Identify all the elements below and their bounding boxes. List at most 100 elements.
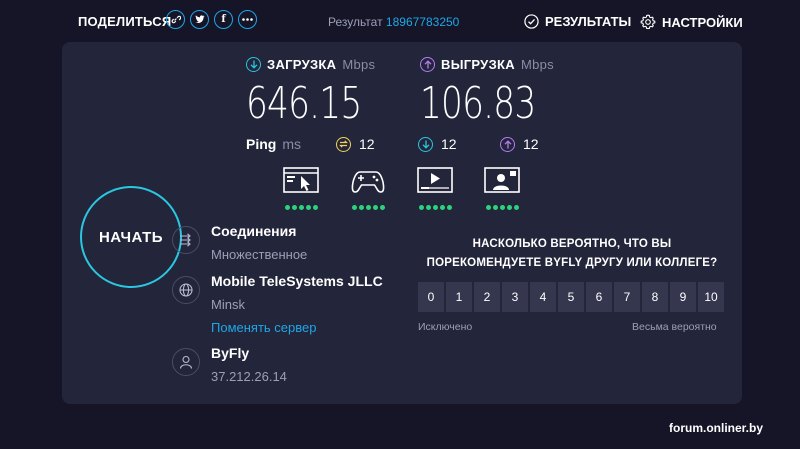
- more-icon[interactable]: [238, 10, 257, 29]
- change-server-link[interactable]: Поменять сервер: [211, 320, 383, 335]
- globe-icon: [172, 276, 200, 304]
- user-icon: [172, 348, 200, 376]
- share-label: ПОДЕЛИТЬСЯ: [78, 14, 172, 29]
- rating-dot: [439, 205, 445, 210]
- scale-option[interactable]: 9: [670, 282, 696, 312]
- ping-download-icon: [418, 136, 433, 152]
- scale-option[interactable]: 3: [502, 282, 528, 312]
- rating-dot: [365, 205, 371, 210]
- rating-dot: [418, 205, 424, 210]
- settings-nav[interactable]: НАСТРОЙКИ: [640, 14, 743, 30]
- ping-download-value: 12: [441, 136, 457, 152]
- activity-video-chat: [484, 167, 520, 210]
- upload-unit: Mbps: [520, 57, 554, 72]
- gaming-icon: [351, 171, 385, 193]
- rating-dot: [379, 205, 385, 210]
- watermark: forum.onliner.by: [669, 421, 764, 435]
- ping-idle: 12: [336, 136, 375, 152]
- rating-dot: [499, 205, 505, 210]
- upload-arrow-icon: [420, 57, 435, 72]
- rating-dot: [506, 205, 512, 210]
- ping-upload-icon: [500, 136, 515, 152]
- scale-option[interactable]: 6: [586, 282, 612, 312]
- activity-web-browsing: [283, 167, 319, 210]
- activity-rating: [283, 205, 319, 210]
- scale-option[interactable]: 0: [418, 282, 444, 312]
- scale-option[interactable]: 5: [558, 282, 584, 312]
- ping-label: Ping: [246, 136, 277, 152]
- share-icons: f: [166, 10, 257, 29]
- download-value: 646.15: [246, 78, 362, 129]
- server-name: Mobile TeleSystems JLLC: [211, 273, 383, 289]
- survey-question-line1: НАСКОЛЬКО ВЕРОЯТНО, ЧТО ВЫ: [472, 238, 672, 250]
- rating-dot: [425, 205, 431, 210]
- scale-option[interactable]: 4: [530, 282, 556, 312]
- settings-label: НАСТРОЙКИ: [662, 14, 743, 30]
- rating-dot: [312, 205, 318, 210]
- rating-dot: [446, 205, 452, 210]
- start-button[interactable]: НАЧАТЬ: [80, 186, 182, 288]
- rating-dot: [305, 205, 311, 210]
- provider-name: ByFly: [211, 345, 250, 361]
- rating-dot: [372, 205, 378, 210]
- scale-option[interactable]: 8: [642, 282, 668, 312]
- result-id: Результат 18967783250: [328, 15, 459, 29]
- rating-dot: [492, 205, 498, 210]
- web-browsing-icon: [283, 167, 319, 193]
- activity-rating: [350, 205, 386, 210]
- download-unit: Mbps: [342, 57, 376, 72]
- top-bar: ПОДЕЛИТЬСЯ f Результат 18967783250 РЕЗУЛ…: [0, 0, 800, 42]
- video-streaming-icon: [417, 167, 453, 193]
- rating-dot: [432, 205, 438, 210]
- ping-upload-value: 12: [523, 136, 539, 152]
- survey-scale: 0 1 2 3 4 5 6 7 8 9 10: [418, 282, 724, 312]
- download-arrow-icon: [246, 57, 261, 72]
- ping-label-group: Ping ms: [246, 136, 301, 152]
- scale-low-label: Исключено: [418, 321, 473, 333]
- survey-question: НАСКОЛЬКО ВЕРОЯТНО, ЧТО ВЫ ПОРЕКОМЕНДУЕТ…: [422, 235, 722, 273]
- download-label: ЗАГРУЗКА: [267, 57, 337, 72]
- ping-upload: 12: [500, 136, 539, 152]
- rating-dot: [284, 205, 290, 210]
- check-circle-icon: [524, 14, 539, 29]
- video-chat-icon: [484, 167, 520, 193]
- activity-video-streaming: [417, 167, 453, 210]
- rating-dot: [298, 205, 304, 210]
- scale-option[interactable]: 2: [474, 282, 500, 312]
- results-nav[interactable]: РЕЗУЛЬТАТЫ: [524, 14, 631, 29]
- gear-icon: [640, 14, 656, 30]
- facebook-icon[interactable]: f: [214, 10, 233, 29]
- connections-title: Соединения: [211, 223, 297, 239]
- activity-rating: [484, 205, 520, 210]
- scale-option[interactable]: 10: [698, 282, 724, 312]
- connections-value: Множественное: [211, 247, 308, 262]
- download-block: ЗАГРУЗКА Mbps 646.15: [246, 57, 394, 129]
- result-label: Результат: [328, 15, 383, 29]
- scale-option[interactable]: 7: [614, 282, 640, 312]
- twitter-icon[interactable]: [190, 10, 209, 29]
- rating-dot: [485, 205, 491, 210]
- ping-download: 12: [418, 136, 457, 152]
- results-label: РЕЗУЛЬТАТЫ: [545, 14, 632, 29]
- activity-rating: [417, 205, 453, 210]
- rating-dot: [513, 205, 519, 210]
- connections-icon: [172, 226, 200, 254]
- survey-question-line2: ПОРЕКОМЕНДУЕТЕ BYFLY ДРУГУ ИЛИ КОЛЛЕГЕ?: [426, 257, 718, 269]
- rating-dot: [351, 205, 357, 210]
- results-panel: ЗАГРУЗКА Mbps 646.15 ВЫГРУЗКА Mbps 106.8…: [62, 42, 742, 404]
- scale-high-label: Весьма вероятно: [632, 321, 717, 333]
- server-city: Minsk: [211, 297, 245, 312]
- result-number[interactable]: 18967783250: [386, 15, 459, 29]
- rating-dot: [358, 205, 364, 210]
- upload-block: ВЫГРУЗКА Mbps 106.83: [420, 57, 568, 129]
- ping-idle-value: 12: [359, 136, 375, 152]
- activity-gaming: [350, 167, 386, 210]
- link-icon[interactable]: [166, 10, 185, 29]
- provider-ip: 37.212.26.14: [211, 369, 287, 384]
- rating-dot: [291, 205, 297, 210]
- ping-idle-icon: [336, 136, 351, 152]
- upload-value: 106.83: [420, 78, 536, 129]
- ping-unit: ms: [282, 136, 302, 152]
- scale-option[interactable]: 1: [446, 282, 472, 312]
- upload-label: ВЫГРУЗКА: [441, 57, 515, 72]
